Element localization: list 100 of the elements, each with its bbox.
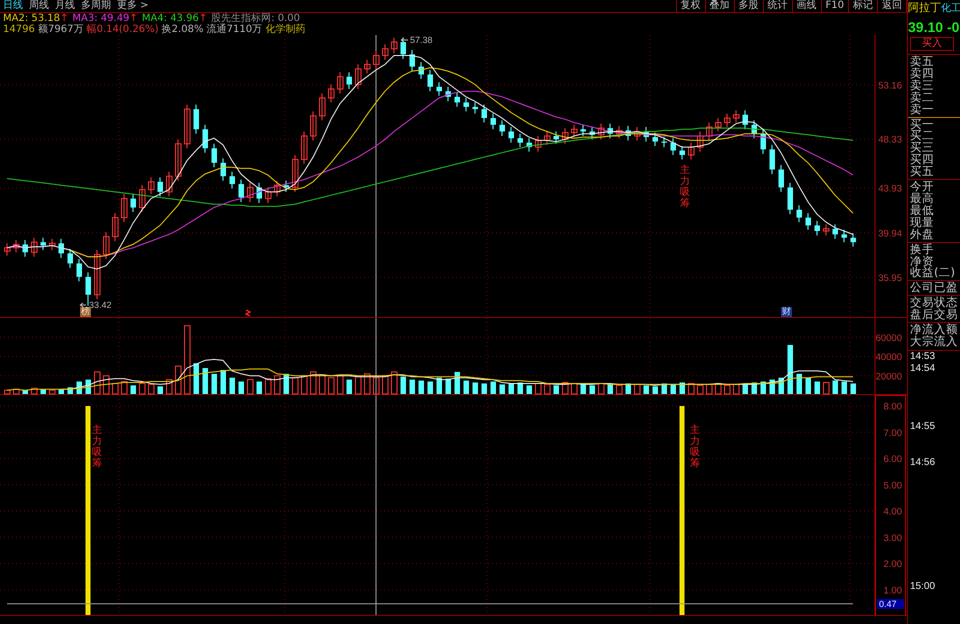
- bar: [571, 382, 578, 394]
- bar: [148, 384, 154, 394]
- bar: [626, 383, 631, 394]
- toolbar-button[interactable]: 叠加: [704, 0, 734, 12]
- current-value-label: 0.47: [877, 598, 904, 609]
- bar: [175, 366, 182, 394]
- candlestick: [202, 124, 208, 154]
- bar: [688, 382, 694, 394]
- event-marker[interactable]: 财: [781, 307, 792, 317]
- bar: [608, 384, 613, 394]
- candlestick: [688, 142, 694, 160]
- bar: [662, 383, 667, 394]
- period-tab[interactable]: 多周期: [78, 0, 114, 12]
- bar: [733, 384, 740, 394]
- bar: [832, 380, 838, 394]
- toolbar-button[interactable]: 复权: [676, 0, 705, 12]
- bar: [796, 374, 802, 394]
- bar: [518, 382, 523, 394]
- candlestick: [94, 250, 100, 300]
- signal-label: 主力吸筹: [680, 165, 690, 209]
- candlestick: [616, 125, 622, 139]
- candlestick: [301, 130, 308, 164]
- period-tab[interactable]: 周线: [26, 0, 52, 12]
- bar: [482, 383, 487, 394]
- buy-button[interactable]: 买入: [910, 37, 954, 51]
- bar: [724, 384, 730, 394]
- axis-label: 5.00: [884, 480, 902, 492]
- high-price-label: 57.38: [409, 35, 434, 45]
- quote-field-label: 收益(二): [910, 267, 956, 280]
- candlestick: [598, 123, 604, 140]
- trend-arrow: ↑: [60, 13, 68, 24]
- time-label: 14:55: [909, 420, 936, 433]
- stock-name: 阿拉丁: [908, 1, 941, 14]
- candlestick: [68, 248, 73, 268]
- candlestick: [850, 232, 856, 248]
- indicator-value: MA3: 49.49: [72, 13, 130, 24]
- toolbar-button[interactable]: 标记: [848, 0, 877, 12]
- bar: [464, 380, 469, 394]
- quote-field-label: 净资: [910, 256, 935, 268]
- candlestick: [715, 118, 722, 132]
- axis-label: 3.00: [884, 532, 902, 544]
- price-change: -0: [946, 19, 960, 35]
- quote-field-label: 盘后交易: [910, 309, 959, 322]
- last-price: 39.10: [908, 19, 944, 35]
- event-marker[interactable]: 榜: [80, 307, 91, 317]
- bar: [670, 384, 676, 394]
- time-label: 15:00: [909, 580, 936, 593]
- time-label: 14:54: [909, 362, 936, 375]
- candlestick: [778, 164, 784, 192]
- quote-field-label: 买一: [910, 118, 935, 130]
- bar: [391, 371, 398, 394]
- quote-field-label: 外盘: [910, 228, 935, 241]
- bar: [238, 382, 244, 394]
- toolbar-button[interactable]: 画线: [792, 0, 821, 12]
- axis-label: 43.93: [878, 184, 902, 195]
- candlestick: [770, 144, 775, 174]
- candlestick: [346, 72, 352, 90]
- candlestick: [500, 120, 505, 136]
- candlestick: [391, 37, 398, 54]
- bar: [94, 371, 100, 394]
- candlestick: [58, 238, 64, 258]
- candlestick: [571, 124, 578, 138]
- bar: [616, 384, 622, 394]
- toolbar-button[interactable]: F10: [820, 0, 848, 12]
- bar: [400, 376, 406, 394]
- candlestick: [796, 204, 802, 223]
- quote-field-label: 买三: [910, 142, 935, 154]
- axis-label: 20000: [876, 371, 902, 382]
- candlestick: [760, 128, 766, 154]
- candlestick: [508, 126, 514, 144]
- period-tab[interactable]: 日线: [0, 0, 26, 12]
- candlestick: [490, 113, 496, 130]
- bar: [247, 379, 254, 394]
- bar: [472, 382, 478, 394]
- low-price-label: 33.42: [89, 300, 113, 310]
- bar: [194, 363, 199, 394]
- indicator-value: 股先生指标网: 0.00: [211, 13, 300, 24]
- candlestick: [634, 126, 640, 141]
- candlestick: [742, 110, 748, 130]
- bar: [292, 377, 298, 394]
- bar: [526, 385, 532, 394]
- quote-field-label: 公司已盈: [910, 282, 959, 294]
- toolbar-button[interactable]: 返回: [877, 0, 907, 12]
- candlestick: [337, 72, 344, 94]
- bar: [590, 385, 595, 394]
- bar: [355, 376, 362, 394]
- bar: [680, 382, 685, 394]
- bar: [598, 382, 604, 394]
- axis-label: 1.00: [884, 585, 902, 596]
- candlestick: [13, 239, 20, 253]
- toolbar-button[interactable]: 多股: [734, 0, 763, 12]
- time-label: 14:56: [909, 456, 936, 469]
- bar: [49, 390, 56, 394]
- time-label: 14:53: [908, 350, 960, 363]
- bar: [490, 382, 496, 394]
- candlestick: [733, 110, 740, 124]
- period-tab[interactable]: 更多 >: [114, 0, 152, 12]
- quote-field-label: 最低: [910, 204, 935, 217]
- period-tab[interactable]: 月线: [52, 0, 78, 12]
- leader-line: [400, 38, 408, 42]
